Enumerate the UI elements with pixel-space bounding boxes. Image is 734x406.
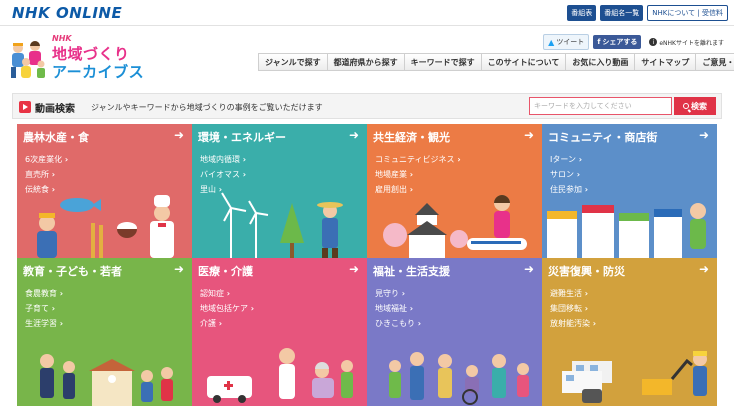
twitter-bird-icon: ▲: [548, 37, 555, 47]
genre-title[interactable]: 医療・介護: [198, 263, 253, 279]
genre-link[interactable]: 直売所: [25, 167, 68, 182]
genre-links: 食農教育 子育て 生涯学習: [25, 286, 63, 331]
exit-notice-text: eNHKサイトを離れます: [659, 39, 724, 47]
genre-links: 避難生活 集団移転 放射能汚染: [550, 286, 596, 331]
keyword-search-input[interactable]: [529, 97, 672, 115]
genre-link[interactable]: 生涯学習: [25, 316, 63, 331]
search-button-label: 検索: [691, 101, 707, 111]
arrow-right-icon[interactable]: ➜: [699, 262, 709, 276]
genre-link[interactable]: コミュニティビジネス: [375, 152, 461, 167]
nav-feedback[interactable]: ご意見・ご感想: [696, 53, 734, 71]
top-links: 番組表 番組名一覧 NHKについて | 受信料: [567, 5, 728, 21]
genre-title[interactable]: 環境・エネルギー: [198, 129, 286, 145]
genre-link[interactable]: Iターン: [550, 152, 588, 167]
site-header: NHK 地域づくり アーカイブス ▲ ツイート f シェアする i eNHKサイ…: [0, 26, 734, 88]
nav-about-site[interactable]: このサイトについて: [481, 53, 567, 71]
logo-people-icon: [11, 41, 45, 78]
genre-tile-welfare[interactable]: 福祉・生活支援 ➜ 見守り 地域福祉 ひきこもり: [367, 258, 542, 406]
genre-link[interactable]: 地域内循環: [200, 152, 246, 167]
tweet-label: ツイート: [556, 38, 585, 46]
nav-keyword[interactable]: キーワードで探す: [404, 53, 482, 71]
castle-train-icon: [383, 195, 527, 258]
nav-prefecture[interactable]: 都道府県から探す: [327, 53, 405, 71]
video-search-description: ジャンルやキーワードから地域づくりの事例をご覧いただけます: [91, 103, 323, 112]
school-kids-icon: [40, 354, 173, 406]
genre-links: 認知症 地域包括ケア 介護: [200, 286, 254, 331]
search-icon: [683, 103, 689, 109]
top-link-about-nhk[interactable]: NHKについて | 受信料: [647, 5, 728, 21]
genre-tile-economy[interactable]: 共生経済・観光 ➜ コミュニティビジネス 地場産業 雇用創出: [367, 124, 542, 258]
genre-tile-energy[interactable]: 環境・エネルギー ➜ 地域内循環 バイオマス 里山: [192, 124, 367, 258]
genre-link[interactable]: 地域包括ケア: [200, 301, 254, 316]
arrow-right-icon[interactable]: ➜: [174, 262, 184, 276]
genre-tile-education[interactable]: 教育・子ども・若者 ➜ 食農教育 子育て 生涯学習: [17, 258, 192, 406]
facebook-icon: f: [597, 38, 601, 46]
arrow-right-icon[interactable]: ➜: [174, 128, 184, 142]
genre-link[interactable]: 認知症: [200, 286, 254, 301]
logo-title-line2: アーカイブス: [52, 63, 145, 81]
genre-link[interactable]: 6次産業化: [25, 152, 68, 167]
genre-tile-community[interactable]: コミュニティ・商店街 ➜ Iターン サロン 住民参加: [542, 124, 717, 258]
genre-link[interactable]: 地域福祉: [375, 301, 421, 316]
arrow-right-icon[interactable]: ➜: [524, 128, 534, 142]
nav-sitemap[interactable]: サイトマップ: [635, 53, 697, 71]
genre-link[interactable]: 集団移転: [550, 301, 596, 316]
genre-tile-medical[interactable]: 医療・介護 ➜ 認知症 地域包括ケア 介護: [192, 258, 367, 406]
temporary-housing-icon: [562, 351, 707, 403]
genre-link[interactable]: 地場産業: [375, 167, 461, 182]
arrow-right-icon[interactable]: ➜: [699, 128, 709, 142]
genre-title[interactable]: コミュニティ・商店街: [548, 129, 657, 145]
nhk-online-logo[interactable]: NHK ONLINE: [12, 4, 122, 22]
genre-link[interactable]: バイオマス: [200, 167, 246, 182]
video-search-bar: 動画検索 ジャンルやキーワードから地域づくりの事例をご覧いただけます 検索: [12, 93, 722, 119]
tweet-button[interactable]: ▲ ツイート: [543, 34, 590, 50]
video-search-title: 動画検索: [35, 104, 75, 115]
genre-tile-agri[interactable]: 農林水産・食 ➜ 6次産業化 直売所 伝統食: [17, 124, 192, 258]
genre-link[interactable]: 食農教育: [25, 286, 63, 301]
facebook-share-button[interactable]: f シェアする: [593, 35, 642, 49]
genre-link[interactable]: 見守り: [375, 286, 421, 301]
genre-title[interactable]: 福祉・生活支援: [373, 263, 450, 279]
farmer-fish-chef-icon: [37, 195, 174, 258]
ambulance-nurse-icon: [207, 348, 353, 403]
nav-favorites[interactable]: お気に入り動画: [566, 53, 636, 71]
genre-link[interactable]: 放射能汚染: [550, 316, 596, 331]
top-link-program-list[interactable]: 番組名一覧: [600, 5, 644, 21]
search-button[interactable]: 検索: [674, 97, 716, 115]
family-wheelchair-icon: [389, 352, 529, 405]
info-icon: i: [649, 38, 658, 46]
genre-link[interactable]: ひきこもり: [375, 316, 421, 331]
genre-grid: 農林水産・食 ➜ 6次産業化 直売所 伝統食 環境・エネルギー ➜ 地域内循環 …: [17, 124, 717, 406]
exit-notice: i eNHKサイトを離れます: [649, 38, 724, 47]
genre-link[interactable]: 子育て: [25, 301, 63, 316]
nav-genre[interactable]: ジャンルで探す: [259, 53, 328, 71]
shop-street-icon: [547, 203, 706, 258]
genre-title[interactable]: 共生経済・観光: [373, 129, 450, 145]
arrow-right-icon[interactable]: ➜: [349, 128, 359, 142]
arrow-right-icon[interactable]: ➜: [349, 262, 359, 276]
windmill-tree-icon: [221, 192, 343, 258]
genre-link[interactable]: 避難生活: [550, 286, 596, 301]
global-nav: ジャンルで探す 都道府県から探す キーワードで探す このサイトについて お気に入…: [258, 53, 734, 71]
genre-tile-disaster[interactable]: 災害復興・防災 ➜ 避難生活 集団移転 放射能汚染: [542, 258, 717, 406]
play-icon: [19, 101, 31, 113]
logo-nhk-mark: NHK: [52, 34, 72, 43]
arrow-right-icon[interactable]: ➜: [524, 262, 534, 276]
share-row: ▲ ツイート f シェアする i eNHKサイトを離れます: [543, 34, 724, 50]
genre-title[interactable]: 教育・子ども・若者: [23, 263, 122, 279]
genre-title[interactable]: 災害復興・防災: [548, 263, 625, 279]
site-logo[interactable]: NHK 地域づくり アーカイブス: [8, 34, 144, 84]
genre-links: 見守り 地域福祉 ひきこもり: [375, 286, 421, 331]
genre-link[interactable]: 介護: [200, 316, 254, 331]
top-bar: NHK ONLINE 番組表 番組名一覧 NHKについて | 受信料: [0, 0, 734, 26]
genre-title[interactable]: 農林水産・食: [23, 129, 89, 145]
genre-link[interactable]: サロン: [550, 167, 588, 182]
top-link-program-guide[interactable]: 番組表: [567, 5, 597, 21]
share-label: シェアする: [602, 38, 638, 46]
